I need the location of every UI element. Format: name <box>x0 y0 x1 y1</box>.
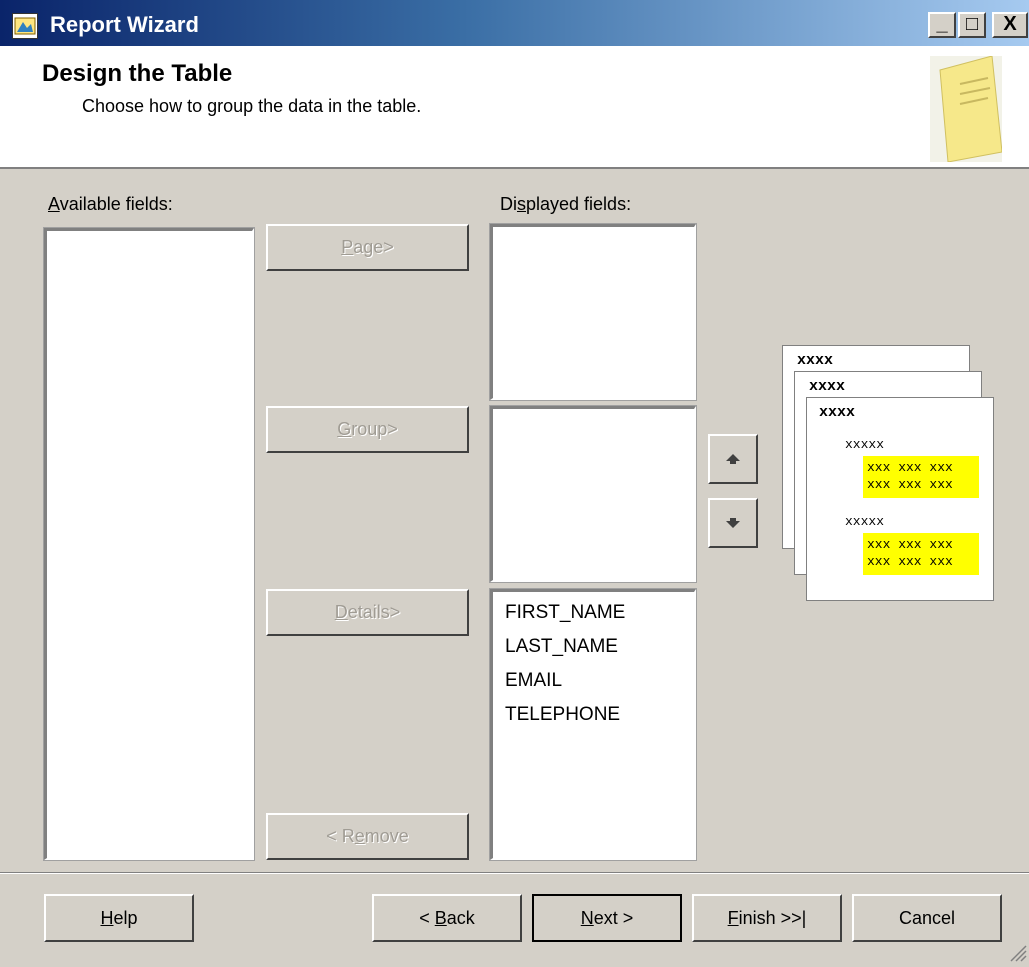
preview-header-3: xxxx <box>819 404 856 421</box>
arrow-up-icon <box>726 454 740 464</box>
back-button[interactable]: < Back <box>372 894 522 942</box>
list-item[interactable]: FIRST_NAME <box>493 596 694 630</box>
list-item[interactable]: EMAIL <box>493 664 694 698</box>
details-button[interactable]: Details> <box>266 589 469 636</box>
layout-preview: xxxx xxxx xxxx xxxxx xxx xxx xxx xxx xxx… <box>782 345 994 601</box>
minimize-button[interactable]: _ <box>928 12 956 38</box>
page-button[interactable]: Page> <box>266 224 469 271</box>
available-fields-list[interactable] <box>43 227 255 861</box>
preview-detail-line: xxx xxx xxx <box>867 554 953 569</box>
arrow-down-icon <box>726 518 740 528</box>
available-fields-label: Available fields: <box>48 194 173 214</box>
cancel-button[interactable]: Cancel <box>852 894 1002 942</box>
move-up-button[interactable] <box>708 434 758 484</box>
preview-detail-line: xxx xxx xxx <box>867 537 953 552</box>
resize-grip-icon[interactable] <box>1007 942 1027 962</box>
maximize-button[interactable]: □ <box>958 12 986 38</box>
preview-page-3: xxxx xxxxx xxx xxx xxx xxx xxx xxx xxxxx… <box>806 397 994 601</box>
preview-detail-block-1: xxx xxx xxx xxx xxx xxx <box>863 456 979 498</box>
preview-detail-line: xxx xxx xxx <box>867 477 953 492</box>
preview-header-2: xxxx <box>809 378 846 395</box>
window-title: Report Wizard <box>50 12 199 37</box>
move-down-button[interactable] <box>708 498 758 548</box>
help-button[interactable]: Help <box>44 894 194 942</box>
list-item[interactable]: TELEPHONE <box>493 698 694 732</box>
details-fields-list[interactable]: FIRST_NAME LAST_NAME EMAIL TELEPHONE <box>489 588 697 861</box>
preview-header-1: xxxx <box>797 352 834 369</box>
next-button[interactable]: Next > <box>532 894 682 942</box>
list-item[interactable]: LAST_NAME <box>493 630 694 664</box>
group-fields-list[interactable] <box>489 405 697 583</box>
group-button[interactable]: Group> <box>266 406 469 453</box>
wizard-notepad-icon <box>930 55 1003 163</box>
preview-detail-block-2: xxx xxx xxx xxx xxx xxx <box>863 533 979 575</box>
finish-button[interactable]: Finish >>| <box>692 894 842 942</box>
report-wizard-icon <box>12 13 38 39</box>
page-fields-list[interactable] <box>489 223 697 401</box>
preview-detail-line: xxx xxx xxx <box>867 460 953 475</box>
footer-separator <box>0 872 1029 874</box>
preview-group-2: xxxxx <box>845 514 885 529</box>
displayed-fields-label: Displayed fields: <box>500 194 632 214</box>
close-button[interactable]: X <box>992 12 1028 38</box>
page-title: Design the Table <box>42 60 233 87</box>
preview-group-1: xxxxx <box>845 437 885 452</box>
page-subtitle: Choose how to group the data in the tabl… <box>82 96 422 116</box>
remove-button[interactable]: < Re move <box>266 813 469 860</box>
